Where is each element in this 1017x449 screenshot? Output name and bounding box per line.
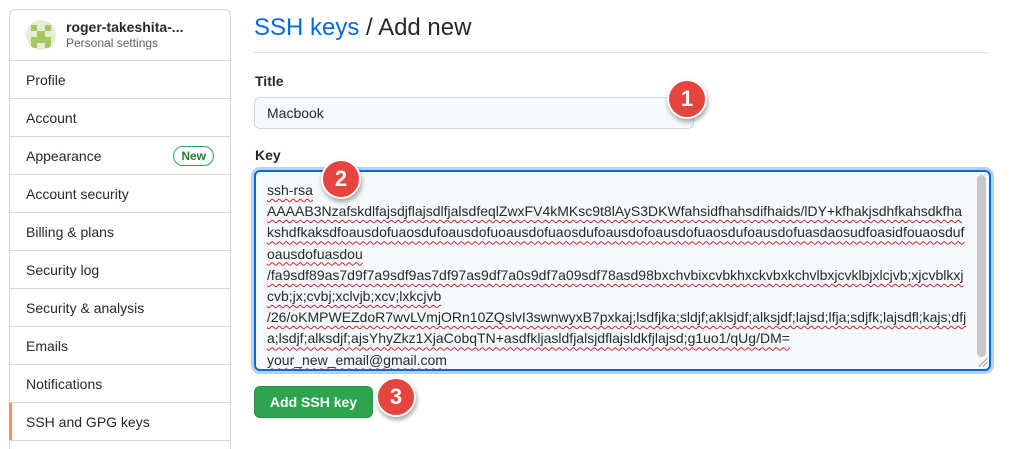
sidebar-item-ssh-gpg-keys[interactable]: SSH and GPG keys	[9, 403, 230, 441]
sidebar-item-label: Appearance	[26, 147, 102, 164]
sidebar-item-appearance[interactable]: Appearance New	[10, 137, 230, 175]
key-line: your_new_email@gmail.com	[267, 351, 447, 368]
key-line: /26/oKMPWEZdoR7wvLVmjORn10ZQslvI3swnwyxB…	[267, 309, 967, 347]
page-header: SSH keys / Add new	[254, 12, 989, 53]
sidebar-item-label: Emails	[26, 337, 69, 354]
sidebar-item-label: Billing & plans	[26, 223, 114, 240]
settings-sidebar: roger-takeshita-... Personal settings Pr…	[9, 9, 231, 449]
textarea-scrollbar[interactable]	[977, 175, 986, 357]
resize-handle-icon[interactable]	[977, 357, 987, 367]
new-badge: New	[173, 145, 214, 166]
key-textarea-content: ssh-rsa AAAAB3Nzafskdlfajsdjflajsdlfjals…	[267, 180, 967, 369]
sidebar-item-account-security[interactable]: Account security	[10, 175, 230, 213]
account-name: roger-takeshita-...	[66, 19, 184, 36]
title-input[interactable]	[254, 97, 694, 129]
key-line: AAAAB3NzafskdlfajsdjflajsdlfjalsdfeqlZwx…	[267, 203, 965, 262]
add-ssh-key-button[interactable]: Add SSH key	[254, 386, 373, 418]
key-textarea[interactable]: ssh-rsa AAAAB3Nzafskdlfajsdjflajsdlfjals…	[254, 170, 991, 371]
key-line: /fa9sdf89as7d9f7a9sdf9as7df97as9df7a0s9d…	[267, 266, 964, 305]
sidebar-item-label: Account security	[26, 185, 129, 202]
avatar	[26, 20, 56, 50]
sidebar-item-label: Security log	[26, 261, 100, 278]
account-subtitle: Personal settings	[66, 36, 159, 51]
ssh-keys-breadcrumb-link[interactable]: SSH keys	[254, 14, 359, 41]
sidebar-item-label: Security & analysis	[26, 299, 145, 316]
title-label: Title	[255, 73, 284, 89]
key-label: Key	[255, 147, 281, 163]
step-marker-2: 2	[321, 159, 361, 199]
sidebar-item-label: SSH and GPG keys	[26, 413, 150, 430]
sidebar-item-emails[interactable]: Emails	[10, 327, 230, 365]
sidebar-item-label: Account	[26, 109, 77, 126]
step-marker-3: 3	[376, 377, 416, 417]
sidebar-item-security-log[interactable]: Security log	[10, 251, 230, 289]
sidebar-item-notifications[interactable]: Notifications	[10, 365, 230, 403]
sidebar-item-billing[interactable]: Billing & plans	[10, 213, 230, 251]
page-title: SSH keys / Add new	[254, 12, 989, 44]
key-line: ssh-rsa	[267, 182, 313, 198]
account-switcher[interactable]: roger-takeshita-... Personal settings	[10, 10, 230, 61]
breadcrumb-current: Add new	[378, 14, 472, 41]
sidebar-item-label: Profile	[26, 71, 66, 88]
step-marker-1: 1	[667, 79, 707, 119]
breadcrumb-separator: /	[359, 14, 379, 41]
sidebar-item-profile[interactable]: Profile	[10, 61, 230, 99]
sidebar-item-label: Notifications	[26, 375, 103, 392]
sidebar-item-security-analysis[interactable]: Security & analysis	[10, 289, 230, 327]
sidebar-item-account[interactable]: Account	[10, 99, 230, 137]
